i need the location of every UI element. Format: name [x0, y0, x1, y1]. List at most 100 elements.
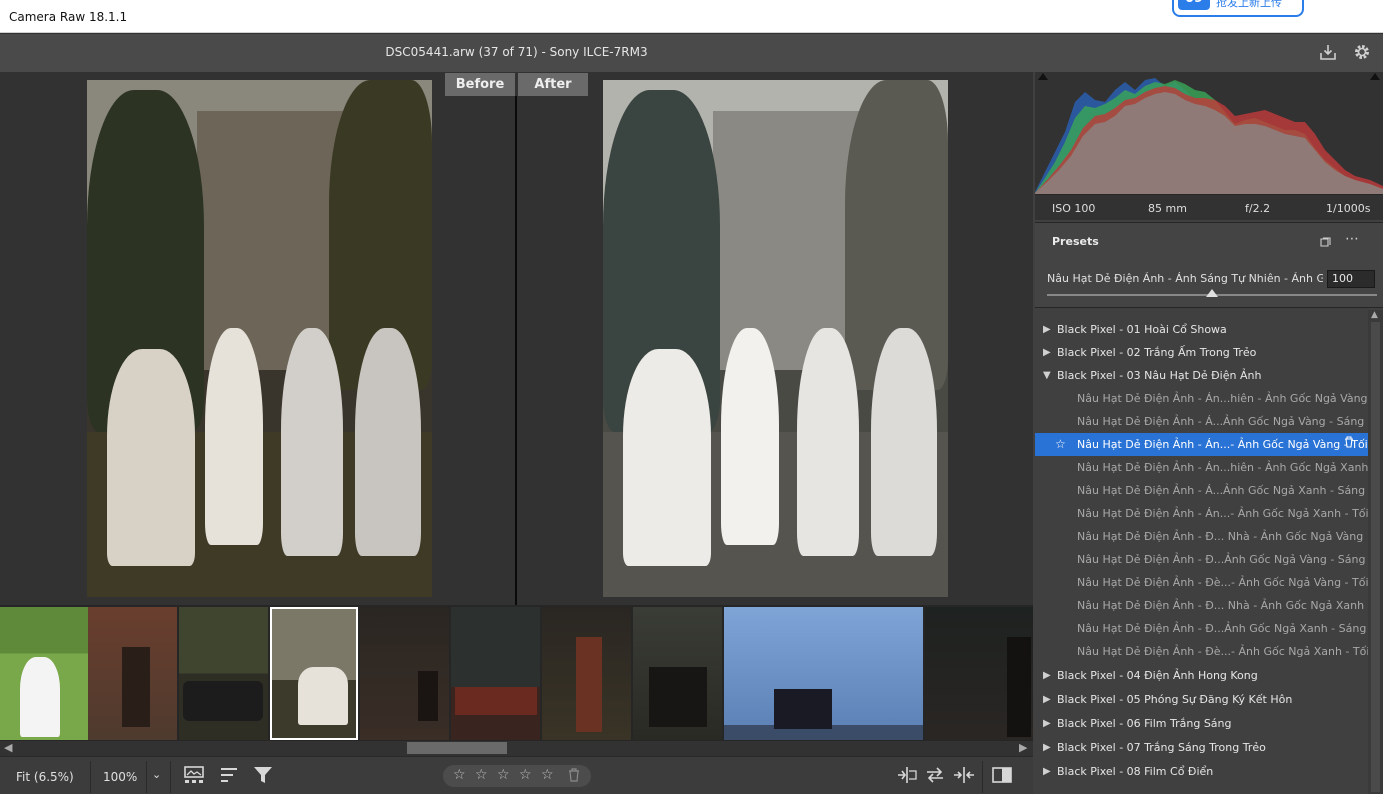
- swap-settings-icon[interactable]: [925, 766, 945, 788]
- preset-item[interactable]: Nâu Hạt Dẻ Điện Ảnh - Á...Ảnh Gốc Ngả Và…: [1035, 410, 1368, 433]
- rating-stars: ☆ ☆ ☆ ☆ ☆: [443, 765, 591, 787]
- preset-label: Black Pixel - 01 Hoài Cổ Showa: [1057, 323, 1227, 336]
- preset-item[interactable]: Nâu Hạt Dẻ Điện Ảnh - Án...hiên - Ảnh Gố…: [1035, 387, 1368, 410]
- preset-label: Black Pixel - 06 Film Trắng Sáng: [1057, 717, 1232, 730]
- preset-label: Nâu Hạt Dẻ Điện Ảnh - Đ... Nhà - Ảnh Gốc…: [1077, 530, 1364, 543]
- preset-item[interactable]: Nâu Hạt Dẻ Điện Ảnh - Đ... Nhà - Ảnh Gốc…: [1035, 525, 1368, 548]
- trash-icon[interactable]: [568, 768, 580, 785]
- filmstrip-thumb[interactable]: [451, 607, 540, 740]
- photo-bridesmaid: [797, 328, 859, 556]
- filter-icon[interactable]: [253, 766, 273, 788]
- preset-group[interactable]: ▶ Black Pixel - 02 Trắng Ấm Trong Trẻo: [1035, 341, 1368, 364]
- expand-right-icon[interactable]: ▶: [1043, 341, 1051, 364]
- preset-group[interactable]: ▶ Black Pixel - 05 Phóng Sự Đăng Ký Kết H…: [1035, 688, 1368, 711]
- preset-amount-slider-handle[interactable]: [1206, 289, 1218, 297]
- preset-item[interactable]: Nâu Hạt Dẻ Điện Ảnh - Đ...Ảnh Gốc Ngả Xa…: [1035, 617, 1368, 640]
- after-tab[interactable]: After: [518, 73, 588, 96]
- presets-list: ▶ Black Pixel - 01 Hoài Cổ Showa ▶ Black Pi…: [1035, 318, 1368, 794]
- divider: [170, 761, 171, 793]
- preset-item[interactable]: Nâu Hạt Dẻ Điện Ảnh - Đ... Nhà - Ảnh Gốc…: [1035, 594, 1368, 617]
- filmstrip-view-icon[interactable]: [184, 766, 206, 788]
- preset-item-selected[interactable]: ☆ Nâu Hạt Dẻ Điện Ảnh - Án...- Ảnh Gốc Ng…: [1035, 433, 1368, 456]
- presets-header: Presets ⋯: [1035, 222, 1383, 258]
- filmstrip-thumb[interactable]: [633, 607, 722, 740]
- before-after-toggle-icon[interactable]: [896, 766, 918, 788]
- divider: [146, 761, 147, 793]
- file-info: DSC05441.arw (37 of 71) - Sony ILCE-7RM3: [385, 45, 648, 59]
- preset-item[interactable]: Nâu Hạt Dẻ Điện Ảnh - Đ...Ảnh Gốc Ngả Và…: [1035, 548, 1368, 571]
- preset-group[interactable]: ▼ Black Pixel - 03 Nâu Hạt Dẻ Điện Ảnh: [1035, 364, 1368, 387]
- star-icon[interactable]: ☆: [453, 767, 466, 783]
- preset-label: Nâu Hạt Dẻ Điện Ảnh - Án...hiên - Ảnh Gố…: [1077, 392, 1368, 405]
- preset-item[interactable]: Nâu Hạt Dẻ Điện Ảnh - Á...Ảnh Gốc Ngả Xa…: [1035, 479, 1368, 502]
- exif-info: ISO 100 85 mm f/2.2 1/1000s: [1035, 194, 1383, 220]
- preset-item[interactable]: Nâu Hạt Dẻ Điện Ảnh - Đè...- Ảnh Gốc Ngả…: [1035, 571, 1368, 594]
- image-viewer: Before After: [0, 72, 1033, 605]
- favorite-star-icon[interactable]: ☆: [1055, 433, 1066, 456]
- preset-amount-label: Nâu Hạt Dẻ Điện Ảnh - Ánh Sáng Tự Nhiên …: [1047, 272, 1323, 285]
- photo-bridesmaid: [871, 328, 937, 556]
- star-icon[interactable]: ☆: [541, 767, 554, 783]
- split-divider[interactable]: [515, 96, 517, 605]
- divider: [982, 761, 983, 793]
- preset-label: Nâu Hạt Dẻ Điện Ảnh - Á...Ảnh Gốc Ngả Xa…: [1077, 484, 1366, 497]
- expand-right-icon[interactable]: ▶: [1043, 736, 1051, 759]
- photo-bride: [205, 328, 263, 546]
- expand-right-icon[interactable]: ▶: [1043, 688, 1051, 711]
- expand-right-icon[interactable]: ▶: [1043, 760, 1051, 783]
- star-icon[interactable]: ☆: [519, 767, 532, 783]
- presets-scrollbar[interactable]: ▲: [1368, 310, 1383, 794]
- filmstrip-thumb[interactable]: [925, 607, 1033, 740]
- preset-label: Nâu Hạt Dẻ Điện Ảnh - Án...- Ảnh Gốc Ngả…: [1077, 507, 1368, 520]
- filmstrip-thumb[interactable]: [360, 607, 449, 740]
- expand-down-icon[interactable]: ▼: [1043, 364, 1051, 387]
- floating-badge[interactable]: 09 抢发上新上传: [1172, 0, 1304, 17]
- photo-groom: [107, 348, 195, 566]
- filmstrip-scrollbar[interactable]: ◀ ▶: [0, 741, 1033, 755]
- preset-group[interactable]: ▶ Black Pixel - 08 Film Cổ Điển: [1035, 760, 1368, 783]
- gear-icon[interactable]: [1352, 43, 1372, 63]
- preset-label: Black Pixel - 04 Điện Ảnh Hong Kong: [1057, 669, 1258, 682]
- expand-right-icon[interactable]: ▶: [1043, 318, 1051, 341]
- save-icon[interactable]: [1318, 43, 1338, 63]
- filmstrip-thumb-selected[interactable]: [270, 607, 358, 740]
- filmstrip-thumb[interactable]: [179, 607, 268, 740]
- scroll-up-icon[interactable]: ▲: [1371, 310, 1378, 320]
- preset-label: Black Pixel - 02 Trắng Ấm Trong Trẻo: [1057, 346, 1257, 359]
- preset-item[interactable]: Nâu Hạt Dẻ Điện Ảnh - Án...- Ảnh Gốc Ngả…: [1035, 502, 1368, 525]
- scroll-right-icon[interactable]: ▶: [1019, 741, 1027, 755]
- expand-right-icon[interactable]: ▶: [1043, 712, 1051, 735]
- filmstrip-thumb[interactable]: [542, 607, 631, 740]
- preset-label: Nâu Hạt Dẻ Điện Ảnh - Á...Ảnh Gốc Ngả Và…: [1077, 415, 1365, 428]
- preset-amount-input[interactable]: 100: [1327, 270, 1375, 288]
- presets-scroll-thumb[interactable]: [1371, 322, 1380, 792]
- sort-icon[interactable]: [220, 766, 240, 788]
- photo-groom: [623, 348, 711, 566]
- fit-zoom-button[interactable]: Fit (6.5%): [16, 770, 74, 784]
- preset-label: Nâu Hạt Dẻ Điện Ảnh - Đ...Ảnh Gốc Ngả Xa…: [1077, 622, 1367, 635]
- more-options-icon[interactable]: ⋯: [1345, 231, 1359, 247]
- compare-view-icon[interactable]: [992, 766, 1012, 788]
- filmstrip-thumb[interactable]: [88, 607, 177, 740]
- star-icon[interactable]: ☆: [475, 767, 488, 783]
- copy-settings-icon[interactable]: [953, 766, 975, 788]
- star-icon[interactable]: ☆: [497, 767, 510, 783]
- scroll-left-icon[interactable]: ◀: [4, 741, 12, 755]
- preset-label: Black Pixel - 05 Phóng Sự Đăng Ký Kết Hô…: [1057, 693, 1293, 706]
- filmstrip-thumb[interactable]: [724, 607, 923, 740]
- filmstrip-scroll-thumb[interactable]: [407, 742, 507, 754]
- preset-group[interactable]: ▶ Black Pixel - 06 Film Trắng Sáng: [1035, 712, 1368, 735]
- preset-label: Nâu Hạt Dẻ Điện Ảnh - Đ...Ảnh Gốc Ngả Và…: [1077, 553, 1366, 566]
- zoom-level-button[interactable]: 100%: [103, 770, 137, 784]
- zoom-dropdown-chevron-icon[interactable]: ⌄: [152, 768, 161, 781]
- expand-right-icon[interactable]: ▶: [1043, 664, 1051, 687]
- preset-group[interactable]: ▶ Black Pixel - 01 Hoài Cổ Showa: [1035, 318, 1368, 341]
- filmstrip-thumb[interactable]: [0, 607, 88, 740]
- presets-title: Presets: [1052, 235, 1099, 248]
- preset-group[interactable]: ▶ Black Pixel - 07 Trắng Sáng Trong Trẻo: [1035, 736, 1368, 759]
- preset-group[interactable]: ▶ Black Pixel - 04 Điện Ảnh Hong Kong: [1035, 664, 1368, 687]
- new-preset-icon[interactable]: [1319, 234, 1331, 253]
- preset-item[interactable]: Nâu Hạt Dẻ Điện Ảnh - Đè...- Ảnh Gốc Ngả…: [1035, 640, 1368, 663]
- before-tab[interactable]: Before: [445, 73, 515, 96]
- preset-item[interactable]: Nâu Hạt Dẻ Điện Ảnh - Án...hiên - Ảnh Gố…: [1035, 456, 1368, 479]
